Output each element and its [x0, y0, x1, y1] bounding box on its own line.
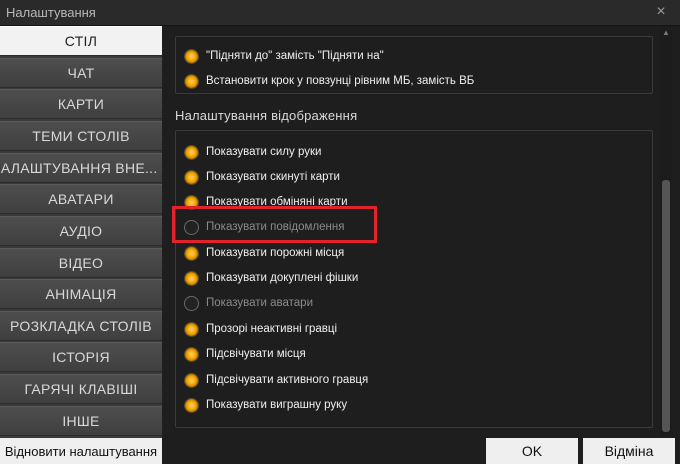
ok-button[interactable]: OK	[486, 438, 578, 464]
sidebar-item-avatars[interactable]: АВАТАРИ	[0, 184, 162, 214]
radio-checked-icon	[185, 74, 198, 88]
option-show-avatars[interactable]: Показувати аватари	[185, 293, 313, 313]
scrollbar-thumb[interactable]	[662, 180, 670, 432]
title-bar: Налаштування ×	[0, 0, 680, 26]
sidebar-item-appearance-settings[interactable]: НАЛАШТУВАННЯ ВНЕ...	[0, 153, 162, 183]
option-transparent-inactive-players[interactable]: Прозорі неактивні гравці	[185, 319, 337, 339]
radio-checked-icon	[185, 271, 198, 285]
option-raise-to[interactable]: "Підняти до" замість "Підняти на"	[185, 46, 384, 66]
radio-checked-icon	[185, 398, 198, 412]
sidebar-item-cards[interactable]: КАРТИ	[0, 89, 162, 119]
radio-checked-icon	[185, 49, 198, 63]
sidebar-item-audio[interactable]: АУДІО	[0, 216, 162, 246]
option-show-exchanged-cards[interactable]: Показувати обміняні карти	[185, 192, 348, 212]
sidebar-item-chat[interactable]: ЧАТ	[0, 58, 162, 88]
radio-checked-icon	[185, 195, 198, 209]
scroll-up-arrow-icon[interactable]: ▲	[660, 28, 672, 38]
window-title: Налаштування	[6, 5, 96, 20]
radio-unchecked-icon	[185, 296, 198, 310]
radio-checked-icon	[185, 145, 198, 159]
settings-panel: "Підняти до" замість "Підняти на" Встано…	[163, 26, 680, 436]
display-section-title: Налаштування відображення	[175, 108, 358, 123]
option-show-folded-cards[interactable]: Показувати скинуті карти	[185, 167, 340, 187]
sidebar-item-other[interactable]: ІНШЕ	[0, 406, 162, 436]
radio-checked-icon	[185, 170, 198, 184]
radio-checked-icon	[185, 322, 198, 336]
cancel-button[interactable]: Відміна	[583, 438, 675, 464]
option-slider-step-bb[interactable]: Встановити крок у повзунці рівним МБ, за…	[185, 71, 474, 91]
sidebar-item-hotkeys[interactable]: ГАРЯЧІ КЛАВІШІ	[0, 374, 162, 404]
option-show-messages[interactable]: Показувати повідомлення	[185, 217, 344, 237]
sidebar-item-table[interactable]: СТІЛ	[0, 26, 162, 56]
sidebar: СТІЛ ЧАТ КАРТИ ТЕМИ СТОЛІВ НАЛАШТУВАННЯ …	[0, 26, 162, 464]
sidebar-item-table-layout[interactable]: РОЗКЛАДКА СТОЛІВ	[0, 311, 162, 341]
sidebar-item-animation[interactable]: АНІМАЦІЯ	[0, 279, 162, 309]
radio-checked-icon	[185, 246, 198, 260]
sidebar-item-history[interactable]: ІСТОРІЯ	[0, 342, 162, 372]
option-show-rebuy-chips[interactable]: Показувати докуплені фішки	[185, 268, 358, 288]
sidebar-item-video[interactable]: ВІДЕО	[0, 248, 162, 278]
option-show-empty-seats[interactable]: Показувати порожні місця	[185, 243, 344, 263]
radio-checked-icon	[185, 347, 198, 361]
restore-defaults-button[interactable]: Відновити налаштування	[0, 438, 162, 464]
option-show-hand-strength[interactable]: Показувати силу руки	[185, 142, 321, 162]
radio-unchecked-icon	[185, 220, 198, 234]
option-show-winning-hand[interactable]: Показувати виграшну руку	[185, 395, 347, 415]
radio-checked-icon	[185, 373, 198, 387]
option-highlight-active-player[interactable]: Підсвічувати активного гравця	[185, 370, 368, 390]
option-highlight-seats[interactable]: Підсвічувати місця	[185, 344, 306, 364]
sidebar-item-table-themes[interactable]: ТЕМИ СТОЛІВ	[0, 121, 162, 151]
close-icon[interactable]: ×	[652, 3, 670, 21]
